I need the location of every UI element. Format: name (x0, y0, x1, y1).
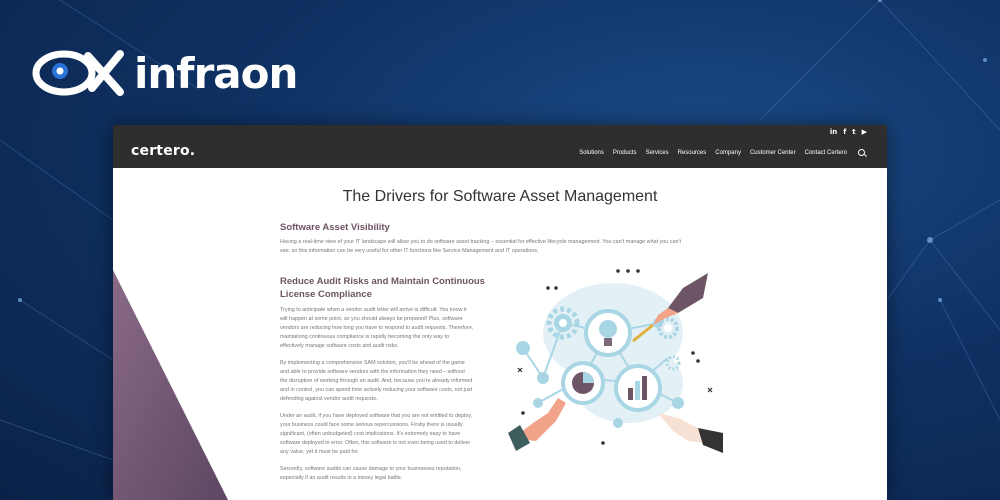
page-title: The Drivers for Software Asset Managemen… (342, 188, 658, 205)
brand-name: infraon (134, 48, 298, 98)
main-menu: Solutions Products Services Resources Co… (579, 149, 865, 156)
hand-right-icon (658, 413, 723, 453)
section2-heading-line2: License Compliance (280, 289, 372, 300)
paragraph-audit-2: By implementing a comprehensive SAM solu… (280, 360, 473, 402)
search-icon[interactable] (858, 149, 865, 156)
nav-customer-center[interactable]: Customer Center (750, 150, 796, 156)
section1-paragraph-line1: Having a real-time view of your IT lands… (280, 239, 681, 245)
linkedin-icon[interactable]: in (830, 128, 837, 136)
infraon-logo-icon (32, 50, 124, 96)
youtube-icon[interactable]: ▶ (862, 128, 867, 136)
paragraph-audit-1: Trying to anticipate when a vendor audit… (280, 307, 474, 349)
section1-heading: Software Asset Visibility (280, 222, 390, 233)
sam-illustration (508, 269, 723, 453)
site-navbar: in f t ▶ certero. Solutions Products Ser… (113, 125, 887, 168)
facebook-icon[interactable]: f (843, 128, 846, 136)
decorative-wedge (113, 270, 228, 500)
nav-resources[interactable]: Resources (678, 150, 707, 156)
certero-logo[interactable]: certero. (131, 143, 195, 159)
twitter-icon[interactable]: t (852, 128, 855, 136)
nav-solutions[interactable]: Solutions (579, 150, 604, 156)
social-links: in f t ▶ (830, 128, 867, 136)
pie-chart-icon (561, 361, 605, 405)
nav-services[interactable]: Services (646, 150, 669, 156)
nav-contact[interactable]: Contact Certero (805, 150, 847, 156)
infraon-brand: infraon (30, 48, 298, 98)
paragraph-audit-3: Under an audit, if you have deployed sof… (280, 413, 472, 455)
section1-paragraph-line2: see, so this information can be very use… (280, 248, 539, 254)
nav-company[interactable]: Company (715, 150, 741, 156)
paragraph-audit-4: Secondly, software audits can cause dama… (280, 466, 462, 481)
section2-heading-line1: Reduce Audit Risks and Maintain Continuo… (280, 276, 485, 287)
nav-products[interactable]: Products (613, 150, 637, 156)
website-screenshot: in f t ▶ certero. Solutions Products Ser… (113, 125, 887, 500)
bar-chart-icon (614, 364, 662, 412)
lightbulb-icon (584, 309, 632, 357)
